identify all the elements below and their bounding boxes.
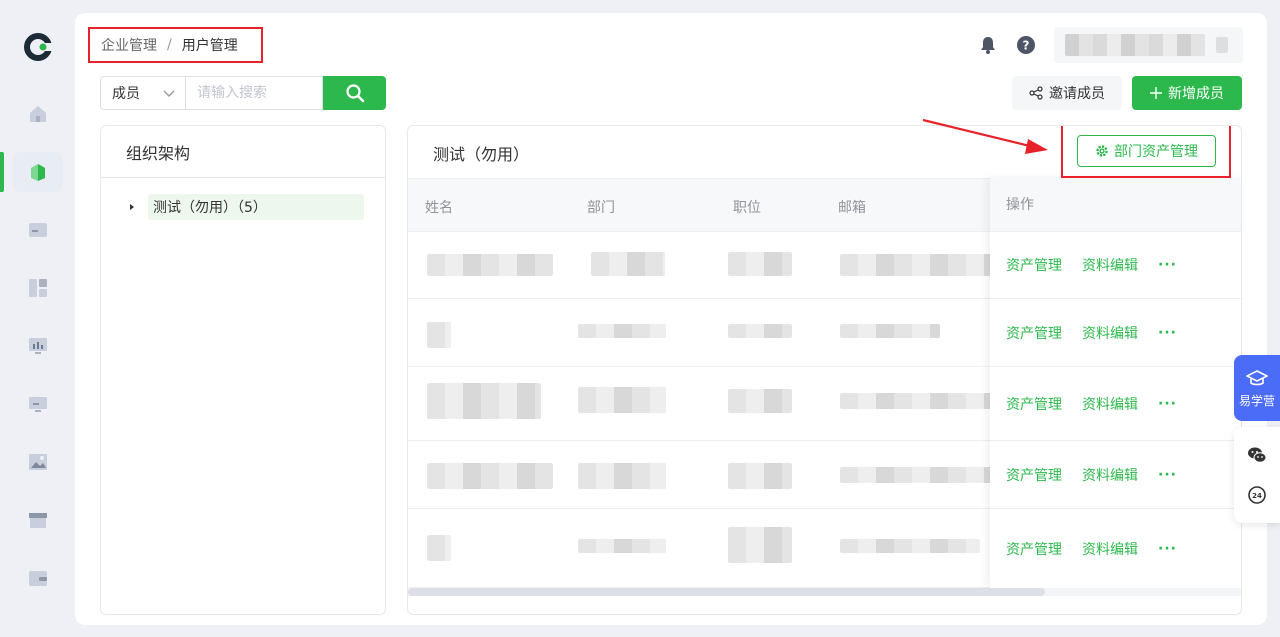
sidebar: [0, 0, 75, 637]
profile-edit-link[interactable]: 资料编辑: [1082, 323, 1138, 343]
profile-edit-link[interactable]: 资料编辑: [1082, 465, 1138, 485]
plus-icon: [1150, 87, 1162, 99]
breadcrumb-separator: /: [167, 37, 172, 53]
column-header-department: 部门: [587, 200, 615, 216]
department-asset-label: 部门资产管理: [1114, 144, 1198, 160]
row-actions: 资产管理 资料编辑 ···: [990, 232, 1241, 299]
add-member-button[interactable]: 新增成员: [1132, 76, 1242, 110]
home-icon: [30, 106, 46, 122]
monitor-chart-icon: [29, 338, 47, 354]
nav-active-indicator: [0, 152, 4, 192]
member-list-panel: 测试（勿用） 姓名 部门 职位 邮箱 操作 资产管理 资料编辑 ··· 资产管理…: [407, 125, 1242, 615]
profile-edit-link[interactable]: 资料编辑: [1082, 539, 1138, 559]
brand-logo-icon[interactable]: [23, 32, 53, 62]
nav-item-box[interactable]: [13, 500, 63, 540]
scrollbar-thumb[interactable]: [408, 588, 1045, 596]
column-header-name: 姓名: [425, 200, 453, 216]
breadcrumb-enterprise[interactable]: 企业管理: [101, 35, 157, 55]
image-icon: [29, 454, 47, 470]
column-header-position: 职位: [733, 200, 761, 216]
nav-item-folder[interactable]: [13, 210, 63, 250]
row-actions: 资产管理 资料编辑 ···: [990, 441, 1241, 509]
row-actions: 资产管理 资料编辑 ···: [990, 509, 1241, 588]
nav-item-image[interactable]: [13, 442, 63, 482]
nav-item-home[interactable]: [13, 94, 63, 134]
chevron-down-icon: [163, 90, 175, 97]
highlight-box: 部门资产管理: [1061, 126, 1231, 178]
nav-item-org[interactable]: [13, 152, 63, 192]
department-title: 测试（勿用）: [433, 145, 530, 164]
graduation-cap-icon: [1246, 369, 1268, 385]
asset-manage-link[interactable]: 资产管理: [1006, 255, 1062, 275]
row-actions: 资产管理 资料编辑 ···: [990, 299, 1241, 367]
help-icon[interactable]: ?: [1016, 35, 1036, 55]
box-icon: [29, 513, 47, 528]
org-panel: 组织架构 测试（勿用）（5）: [100, 125, 386, 615]
org-icon: [31, 164, 45, 181]
more-icon[interactable]: ···: [1158, 541, 1177, 557]
column-header-actions: 操作: [990, 178, 1241, 232]
folder-icon: [29, 223, 47, 237]
add-member-label: 新增成员: [1168, 86, 1224, 102]
horizontal-scrollbar[interactable]: [408, 588, 1241, 596]
learn-camp-button[interactable]: 易学营: [1234, 355, 1280, 421]
more-icon[interactable]: ···: [1158, 396, 1177, 412]
asset-manage-link[interactable]: 资产管理: [1006, 323, 1062, 343]
learn-camp-label: 易学营: [1238, 393, 1275, 408]
search-type-select[interactable]: 成员: [100, 76, 186, 110]
wallet-icon: [29, 571, 47, 586]
profile-edit-link[interactable]: 资料编辑: [1082, 394, 1138, 414]
support-24h-icon[interactable]: 24: [1247, 485, 1267, 505]
wechat-icon[interactable]: [1247, 445, 1267, 465]
grid-icon: [29, 279, 47, 297]
floating-panel: 易学营 24: [1234, 355, 1280, 523]
more-icon[interactable]: ···: [1158, 257, 1177, 273]
invite-member-label: 邀请成员: [1049, 86, 1105, 102]
asset-manage-link[interactable]: 资产管理: [1006, 539, 1062, 559]
search-input[interactable]: [185, 76, 323, 110]
display-icon: [29, 397, 47, 412]
caret-right-icon[interactable]: [127, 201, 137, 213]
nav-item-monitor-chart[interactable]: [13, 326, 63, 366]
search-icon: [345, 84, 364, 103]
tree-node[interactable]: 测试（勿用）（5）: [127, 194, 364, 220]
main-content: 企业管理 / 用户管理 ? 成员 邀请成员 新增成员 组织架构 测试（勿用）（5…: [75, 13, 1267, 625]
annotation-arrow-icon: [922, 118, 1048, 154]
search-type-label: 成员: [112, 86, 140, 102]
share-icon: [1029, 86, 1043, 100]
invite-member-button[interactable]: 邀请成员: [1012, 76, 1122, 110]
nav-item-wallet[interactable]: [13, 558, 63, 598]
breadcrumb-current: 用户管理: [181, 38, 238, 54]
more-icon[interactable]: ···: [1158, 467, 1177, 483]
breadcrumb: 企业管理 / 用户管理: [88, 27, 263, 63]
asset-manage-link[interactable]: 资产管理: [1006, 394, 1062, 414]
profile-edit-link[interactable]: 资料编辑: [1082, 255, 1138, 275]
tree-node-label[interactable]: 测试（勿用）（5）: [148, 194, 364, 220]
svg-text:?: ?: [1023, 39, 1030, 53]
more-icon[interactable]: ···: [1158, 325, 1177, 341]
gear-icon: [1096, 145, 1108, 157]
column-header-email: 邮箱: [838, 200, 866, 216]
operation-column: 操作 资产管理 资料编辑 ··· 资产管理 资料编辑 ··· 资产管理 资料编辑…: [990, 178, 1241, 588]
bell-icon[interactable]: [978, 35, 998, 55]
row-actions: 资产管理 资料编辑 ···: [990, 367, 1241, 441]
org-panel-title: 组织架构: [101, 126, 385, 178]
asset-manage-link[interactable]: 资产管理: [1006, 465, 1062, 485]
service-panel: 24: [1234, 427, 1280, 523]
nav-item-grid[interactable]: [13, 268, 63, 308]
user-profile[interactable]: [1054, 27, 1243, 63]
svg-text:24: 24: [1252, 492, 1262, 500]
nav-item-display[interactable]: [13, 384, 63, 424]
search-button[interactable]: [323, 76, 386, 110]
department-asset-button[interactable]: 部门资产管理: [1077, 135, 1216, 167]
